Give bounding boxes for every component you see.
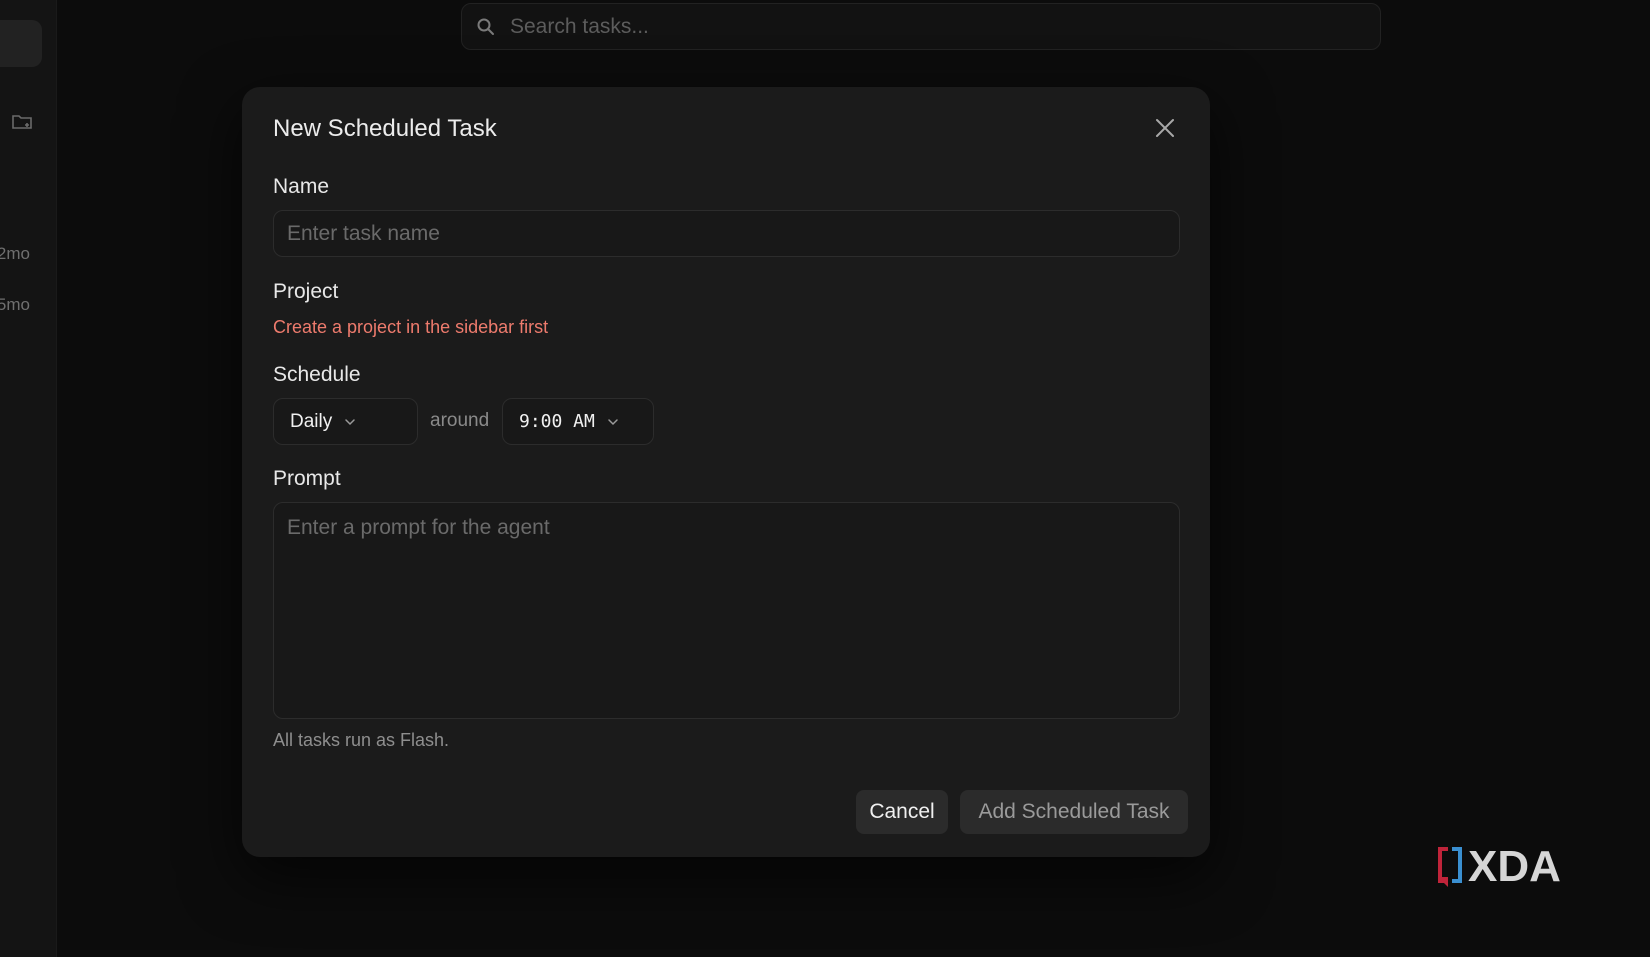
sidebar-active-item[interactable]	[0, 20, 42, 67]
time-select[interactable]: 9:00 AM	[502, 398, 654, 445]
project-warning-text: Create a project in the sidebar first	[273, 317, 549, 337]
search-bar[interactable]	[461, 3, 1381, 50]
add-scheduled-task-button[interactable]: Add Scheduled Task	[960, 790, 1188, 834]
dialog-title: New Scheduled Task	[273, 115, 497, 142]
chevron-down-icon	[608, 418, 618, 425]
around-text: around	[430, 410, 490, 431]
name-label: Name	[273, 175, 330, 198]
chevron-down-icon	[345, 418, 355, 425]
close-icon	[1156, 119, 1174, 137]
close-button[interactable]	[1150, 113, 1180, 143]
time-value: 9:00 AM	[519, 411, 595, 432]
new-folder-icon[interactable]	[10, 110, 34, 134]
schedule-label: Schedule	[273, 363, 361, 386]
xda-logo: XDA	[1438, 843, 1561, 891]
hint-text: All tasks run as Flash.	[273, 730, 450, 750]
project-label: Project	[273, 280, 339, 303]
task-name-input[interactable]	[273, 210, 1180, 257]
frequency-value: Daily	[290, 410, 333, 432]
new-scheduled-task-dialog: New Scheduled Task Name Project Create a…	[242, 87, 1210, 857]
search-input[interactable]	[508, 13, 1380, 40]
search-icon	[477, 18, 494, 35]
frequency-select[interactable]: Daily	[273, 398, 418, 445]
cancel-button[interactable]: Cancel	[856, 790, 948, 834]
prompt-textarea[interactable]	[273, 502, 1180, 719]
sidebar-time-label: 2mo	[0, 244, 30, 263]
prompt-label: Prompt	[273, 467, 341, 490]
app-window: 2mo 5mo New Scheduled Task Name Project …	[0, 0, 1650, 957]
sidebar-time-label: 5mo	[0, 295, 30, 314]
svg-text:XDA: XDA	[1468, 843, 1561, 891]
sidebar: 2mo 5mo	[0, 0, 57, 957]
